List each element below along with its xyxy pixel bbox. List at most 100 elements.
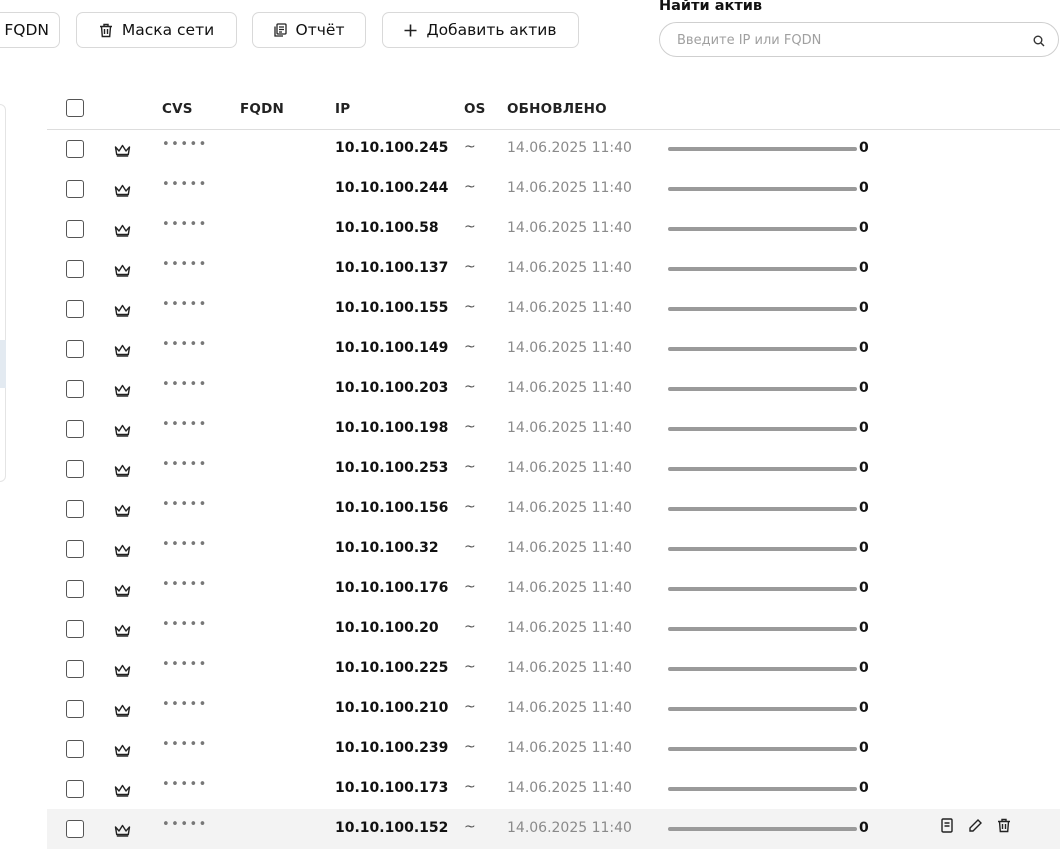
crown-icon — [114, 542, 131, 561]
crown-icon — [114, 302, 131, 321]
os-cell: ~ — [464, 139, 476, 155]
plus-icon — [404, 24, 417, 37]
ip-cell: 10.10.100.244 — [335, 180, 449, 196]
table-row[interactable]: ••••• 10.10.100.245 ~14.06.2025 11:40 0 — [47, 129, 1060, 169]
table-row[interactable]: ••••• 10.10.100.156 ~14.06.2025 11:40 0 — [47, 489, 1060, 529]
cvs-rating: ••••• — [162, 657, 208, 672]
table-row[interactable]: ••••• 10.10.100.198 ~14.06.2025 11:40 0 — [47, 409, 1060, 449]
risk-bar — [668, 387, 857, 391]
table-row[interactable]: ••••• 10.10.100.244 ~14.06.2025 11:40 0 — [47, 169, 1060, 209]
row-checkbox[interactable] — [66, 540, 84, 558]
score-cell: 0 — [859, 660, 869, 676]
crown-icon — [114, 782, 131, 801]
table-row[interactable]: ••••• 10.10.100.58 ~14.06.2025 11:40 0 — [47, 209, 1060, 249]
table-row[interactable]: ••••• 10.10.100.253 ~14.06.2025 11:40 0 — [47, 449, 1060, 489]
row-checkbox[interactable] — [66, 220, 84, 238]
cvs-rating: ••••• — [162, 617, 208, 632]
ip-cell: 10.10.100.137 — [335, 260, 449, 276]
cvs-rating: ••••• — [162, 337, 208, 352]
table-row[interactable]: ••••• 10.10.100.155 ~14.06.2025 11:40 0 — [47, 289, 1060, 329]
os-cell: ~ — [464, 339, 476, 355]
cvs-rating: ••••• — [162, 777, 208, 792]
row-checkbox[interactable] — [66, 580, 84, 598]
ip-cell: 10.10.100.20 — [335, 620, 439, 636]
crown-icon — [114, 422, 131, 441]
row-checkbox[interactable] — [66, 140, 84, 158]
table-row[interactable]: ••••• 10.10.100.203 ~14.06.2025 11:40 0 — [47, 369, 1060, 409]
table-row[interactable]: ••••• 10.10.100.32 ~14.06.2025 11:40 0 — [47, 529, 1060, 569]
os-cell: ~ — [464, 779, 476, 795]
table-row[interactable]: ••••• 10.10.100.137 ~14.06.2025 11:40 0 — [47, 249, 1060, 289]
os-cell: ~ — [464, 219, 476, 235]
score-cell: 0 — [859, 420, 869, 436]
column-header-fqdn[interactable]: FQDN — [240, 101, 284, 117]
table-row[interactable]: ••••• 10.10.100.20 ~14.06.2025 11:40 0 — [47, 609, 1060, 649]
table-row[interactable]: ••••• 10.10.100.152 ~14.06.2025 11:40 0 — [47, 809, 1060, 849]
updated-cell: 14.06.2025 11:40 — [507, 620, 632, 636]
table-row[interactable]: ••••• 10.10.100.225 ~14.06.2025 11:40 0 — [47, 649, 1060, 689]
table-row[interactable]: ••••• 10.10.100.173 ~14.06.2025 11:40 0 — [47, 769, 1060, 809]
score-cell: 0 — [859, 580, 869, 596]
score-cell: 0 — [859, 540, 869, 556]
select-all-checkbox[interactable] — [66, 99, 84, 117]
network-mask-button-label: Маска сети — [121, 21, 215, 39]
row-checkbox[interactable] — [66, 300, 84, 318]
table-row[interactable]: ••••• 10.10.100.149 ~14.06.2025 11:40 0 — [47, 329, 1060, 369]
updated-cell: 14.06.2025 11:40 — [507, 380, 632, 396]
row-checkbox[interactable] — [66, 500, 84, 518]
report-button[interactable]: Отчёт — [252, 12, 366, 48]
score-cell: 0 — [859, 820, 869, 836]
row-checkbox[interactable] — [66, 340, 84, 358]
risk-bar — [668, 307, 857, 311]
cvs-rating: ••••• — [162, 817, 208, 832]
table-row[interactable]: ••••• 10.10.100.239 ~14.06.2025 11:40 0 — [47, 729, 1060, 769]
row-checkbox[interactable] — [66, 780, 84, 798]
column-header-cvs[interactable]: CVS — [162, 101, 193, 117]
fqdn-button[interactable]: FQDN — [0, 12, 60, 48]
table-row[interactable]: ••••• 10.10.100.210 ~14.06.2025 11:40 0 — [47, 689, 1060, 729]
row-checkbox[interactable] — [66, 260, 84, 278]
row-checkbox[interactable] — [66, 660, 84, 678]
risk-bar — [668, 787, 857, 791]
row-checkbox[interactable] — [66, 700, 84, 718]
os-cell: ~ — [464, 499, 476, 515]
score-cell: 0 — [859, 340, 869, 356]
crown-icon — [114, 182, 131, 201]
os-cell: ~ — [464, 819, 476, 835]
search-input[interactable] — [675, 23, 1009, 58]
ip-cell: 10.10.100.210 — [335, 700, 449, 716]
row-checkbox[interactable] — [66, 380, 84, 398]
side-panel-selected-item[interactable] — [0, 340, 6, 388]
search-title: Найти актив — [659, 0, 763, 14]
ip-cell: 10.10.100.198 — [335, 420, 449, 436]
ip-cell: 10.10.100.32 — [335, 540, 439, 556]
os-cell: ~ — [464, 739, 476, 755]
score-cell: 0 — [859, 740, 869, 756]
updated-cell: 14.06.2025 11:40 — [507, 540, 632, 556]
row-checkbox[interactable] — [66, 620, 84, 638]
score-cell: 0 — [859, 380, 869, 396]
row-checkbox[interactable] — [66, 420, 84, 438]
ip-cell: 10.10.100.152 — [335, 820, 449, 836]
score-cell: 0 — [859, 780, 869, 796]
row-checkbox[interactable] — [66, 820, 84, 838]
os-cell: ~ — [464, 379, 476, 395]
ip-cell: 10.10.100.149 — [335, 340, 449, 356]
column-header-ip[interactable]: IP — [335, 101, 350, 117]
updated-cell: 14.06.2025 11:40 — [507, 340, 632, 356]
report-icon — [273, 23, 287, 37]
network-mask-button[interactable]: Маска сети — [76, 12, 237, 48]
row-checkbox[interactable] — [66, 740, 84, 758]
column-header-os[interactable]: OS — [464, 101, 486, 117]
updated-cell: 14.06.2025 11:40 — [507, 780, 632, 796]
updated-cell: 14.06.2025 11:40 — [507, 660, 632, 676]
row-checkbox[interactable] — [66, 180, 84, 198]
row-checkbox[interactable] — [66, 460, 84, 478]
add-asset-button[interactable]: Добавить актив — [382, 12, 579, 48]
cvs-rating: ••••• — [162, 737, 208, 752]
column-header-updated[interactable]: ОБНОВЛЕНО — [507, 101, 607, 117]
table-row[interactable]: ••••• 10.10.100.176 ~14.06.2025 11:40 0 — [47, 569, 1060, 609]
crown-icon — [114, 382, 131, 401]
search-icon[interactable] — [1033, 32, 1045, 51]
risk-bar — [668, 347, 857, 351]
